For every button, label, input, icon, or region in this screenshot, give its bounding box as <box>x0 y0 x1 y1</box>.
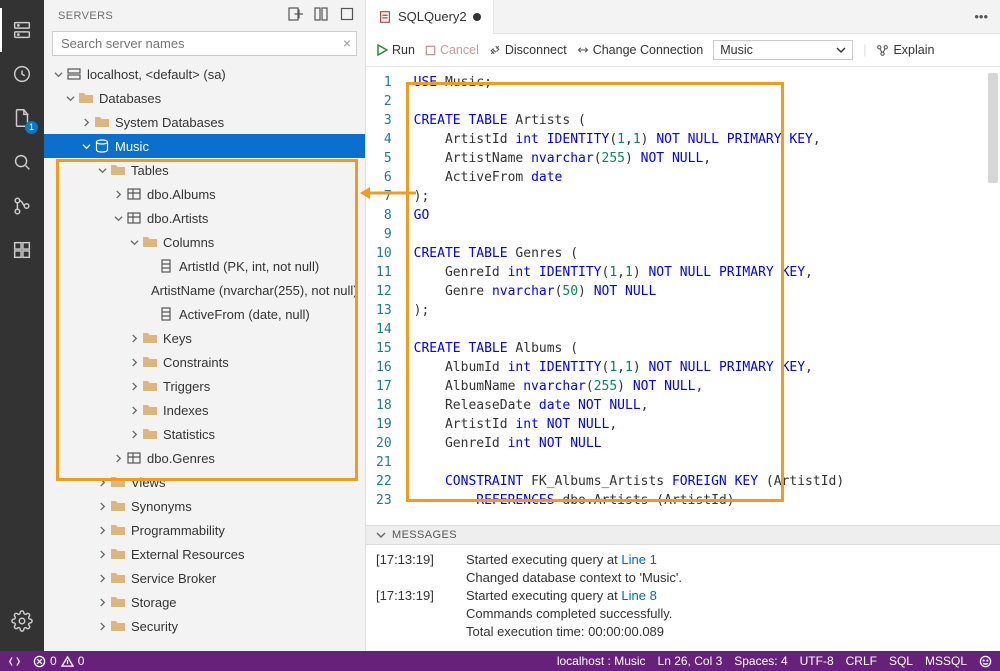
status-cursor[interactable]: Ln 26, Col 3 <box>658 654 723 668</box>
column-artistname[interactable]: ArtistName (nvarchar(255), not null) <box>44 278 365 302</box>
disconnect-button[interactable]: Disconnect <box>489 43 567 57</box>
status-connection[interactable]: localhost : Music <box>557 654 646 668</box>
keys-node[interactable]: Keys <box>44 326 365 350</box>
table-albums-node[interactable]: dbo.Albums <box>44 182 365 206</box>
security-node[interactable]: Security <box>44 614 365 638</box>
messages-header[interactable]: MESSAGES <box>366 525 1000 545</box>
server-label: localhost, <default> (sa) <box>87 67 226 82</box>
status-language[interactable]: SQL <box>889 654 913 668</box>
editor-tabs: SQLQuery2 ••• <box>366 0 1000 34</box>
triggers-node[interactable]: Triggers <box>44 374 365 398</box>
status-provider[interactable]: MSSQL <box>925 654 967 668</box>
message-row: Changed database context to 'Music'. <box>376 569 990 587</box>
servers-tree: localhost, <default> (sa) Databases Syst… <box>44 62 365 651</box>
message-row: Total execution time: 00:00:00.089 <box>376 623 990 641</box>
explorer-badge: 1 <box>25 121 38 134</box>
sidebar-title: SERVERS <box>58 10 287 22</box>
server-node[interactable]: localhost, <default> (sa) <box>44 62 365 86</box>
code-content: USE Music; CREATE TABLE Artists ( Artist… <box>406 67 845 525</box>
message-link[interactable]: Line 8 <box>621 588 656 603</box>
databases-node[interactable]: Databases <box>44 86 365 110</box>
message-link[interactable]: Line 1 <box>621 552 656 567</box>
chevron-down-icon <box>836 45 846 55</box>
status-bar: 0 0 localhost : Music Ln 26, Col 3 Space… <box>0 651 1000 671</box>
activity-explorer[interactable]: 1 <box>0 96 44 140</box>
message-row: [17:13:19]Started executing query at Lin… <box>376 551 990 569</box>
search-input[interactable] <box>52 31 357 56</box>
indexes-node[interactable]: Indexes <box>44 398 365 422</box>
status-encoding[interactable]: UTF-8 <box>800 654 834 668</box>
music-db-node[interactable]: Music <box>44 134 365 158</box>
activity-search[interactable] <box>0 140 44 184</box>
code-editor[interactable]: 1234567891011121314151617181920212223 US… <box>366 67 1000 525</box>
activity-source-control[interactable] <box>0 184 44 228</box>
table-genres-node[interactable]: dbo.Genres <box>44 446 365 470</box>
activity-settings[interactable] <box>0 599 44 643</box>
run-button[interactable]: Run <box>376 43 415 57</box>
message-row: [17:13:19]Started executing query at Lin… <box>376 587 990 605</box>
external-resources-node[interactable]: External Resources <box>44 542 365 566</box>
programmability-node[interactable]: Programmability <box>44 518 365 542</box>
line-gutter: 1234567891011121314151617181920212223 <box>366 67 406 525</box>
activity-bar: 1 <box>0 0 44 651</box>
dirty-indicator-icon <box>473 13 481 21</box>
tab-title: SQLQuery2 <box>398 9 467 24</box>
messages-panel: [17:13:19]Started executing query at Lin… <box>366 545 1000 651</box>
views-node[interactable]: Views <box>44 470 365 494</box>
editor-more-actions[interactable]: ••• <box>962 9 1000 24</box>
table-artists-node[interactable]: dbo.Artists <box>44 206 365 230</box>
service-broker-node[interactable]: Service Broker <box>44 566 365 590</box>
system-databases-node[interactable]: System Databases <box>44 110 365 134</box>
new-group-icon[interactable] <box>313 6 329 25</box>
constraints-node[interactable]: Constraints <box>44 350 365 374</box>
servers-sidebar: SERVERS × localhost, <default> (sa) Data… <box>44 0 366 651</box>
clear-search-icon[interactable]: × <box>343 35 351 51</box>
synonyms-node[interactable]: Synonyms <box>44 494 365 518</box>
new-connection-icon[interactable] <box>287 6 303 25</box>
message-row: Commands completed successfully. <box>376 605 990 623</box>
activity-extensions[interactable] <box>0 228 44 272</box>
status-remote[interactable] <box>8 655 21 668</box>
query-toolbar: Run Cancel Disconnect Change Connection … <box>366 34 1000 67</box>
activity-history[interactable] <box>0 52 44 96</box>
status-problems[interactable]: 0 0 <box>33 654 84 668</box>
status-eol[interactable]: CRLF <box>846 654 877 668</box>
activity-servers[interactable] <box>0 8 44 52</box>
chevron-down-icon <box>376 530 386 540</box>
status-indent[interactable]: Spaces: 4 <box>734 654 787 668</box>
collapse-icon[interactable] <box>339 6 355 25</box>
tables-node[interactable]: Tables <box>44 158 365 182</box>
columns-node[interactable]: Columns <box>44 230 365 254</box>
statistics-node[interactable]: Statistics <box>44 422 365 446</box>
scrollbar-thumb[interactable] <box>988 73 998 183</box>
column-artistid[interactable]: ArtistId (PK, int, not null) <box>44 254 365 278</box>
column-activefrom[interactable]: ActiveFrom (date, null) <box>44 302 365 326</box>
storage-node[interactable]: Storage <box>44 590 365 614</box>
database-select[interactable]: Music <box>713 40 853 60</box>
sql-file-icon <box>378 10 392 24</box>
status-feedback[interactable] <box>979 655 992 668</box>
explain-button[interactable]: Explain <box>876 43 934 57</box>
tab-sqlquery2[interactable]: SQLQuery2 <box>366 0 494 34</box>
cancel-button[interactable]: Cancel <box>425 43 479 57</box>
change-connection-button[interactable]: Change Connection <box>577 43 704 57</box>
